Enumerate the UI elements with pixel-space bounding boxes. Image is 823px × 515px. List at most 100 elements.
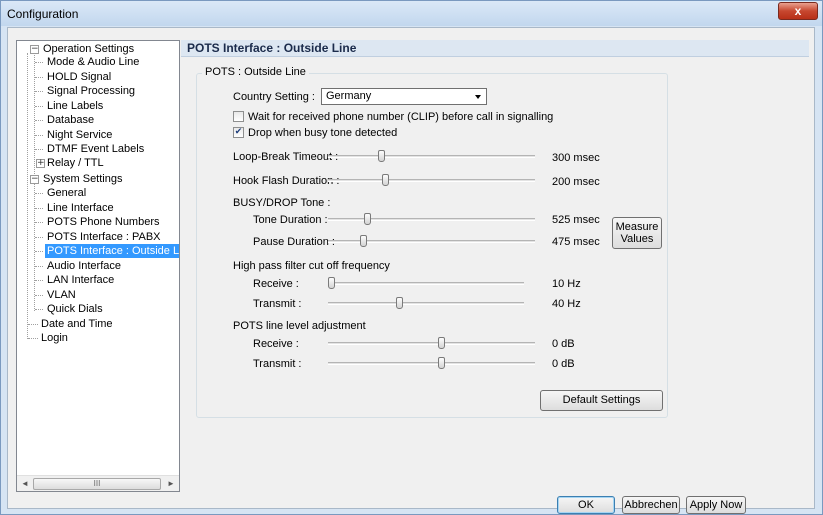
- tree-item-quick-dials[interactable]: Quick Dials: [45, 302, 105, 316]
- loop-break-value: 300 msec: [552, 152, 600, 164]
- tree-item-database[interactable]: Database: [45, 113, 96, 127]
- tree-connector: [35, 266, 43, 267]
- group-title: POTS : Outside Line: [202, 66, 309, 78]
- tree-connector: [35, 135, 43, 136]
- level-transmit-slider-thumb[interactable]: [438, 357, 445, 369]
- tree-connector: [35, 237, 43, 238]
- country-select-value: Germany: [326, 90, 372, 102]
- scroll-thumb[interactable]: III: [33, 478, 161, 490]
- scroll-left-icon[interactable]: ◄: [19, 478, 31, 490]
- tree-item-line-interface[interactable]: Line Interface: [45, 201, 116, 215]
- tree-item-date-and-time[interactable]: Date and Time: [39, 317, 115, 331]
- pause-duration-slider-thumb[interactable]: [360, 235, 367, 247]
- cancel-button[interactable]: Abbrechen: [622, 496, 680, 514]
- hp-receive-label: Receive :: [253, 278, 299, 290]
- tree-connector: [35, 106, 43, 107]
- tone-duration-value: 525 msec: [552, 214, 600, 226]
- scroll-right-icon[interactable]: ►: [165, 478, 177, 490]
- window-title: Configuration: [7, 7, 79, 21]
- tree-item-system-settings[interactable]: System Settings: [41, 172, 124, 186]
- hook-flash-slider[interactable]: [328, 179, 535, 182]
- high-pass-filter-label: High pass filter cut off frequency: [233, 260, 390, 272]
- tree-connector: [35, 91, 43, 92]
- country-select[interactable]: Germany: [321, 88, 487, 105]
- apply-now-button[interactable]: Apply Now: [686, 496, 746, 514]
- level-transmit-slider[interactable]: [328, 362, 535, 365]
- tree-item-login[interactable]: Login: [39, 331, 70, 345]
- busy-tone-checkbox[interactable]: ✔: [233, 127, 244, 138]
- clip-checkbox[interactable]: [233, 111, 244, 122]
- tree-item-mode-audio-line[interactable]: Mode & Audio Line: [45, 55, 141, 69]
- tree-item-audio-interface[interactable]: Audio Interface: [45, 259, 123, 273]
- tree-item-general[interactable]: General: [45, 186, 88, 200]
- tree-connector: [28, 324, 38, 325]
- tree-connector: [35, 309, 43, 310]
- tree-item-pots-phone-numbers[interactable]: POTS Phone Numbers: [45, 215, 162, 229]
- level-transmit-label: Transmit :: [253, 358, 302, 370]
- tree-connector: [35, 62, 43, 63]
- tree-item-dtmf-event-labels[interactable]: DTMF Event Labels: [45, 142, 146, 156]
- tree-item-operation-settings[interactable]: Operation Settings: [41, 42, 136, 56]
- tree-connector: [35, 251, 43, 252]
- tree-connector: [35, 295, 43, 296]
- busy-tone-checkbox-label: Drop when busy tone detected: [248, 127, 398, 139]
- hook-flash-slider-thumb[interactable]: [382, 174, 389, 186]
- loop-break-slider[interactable]: [328, 155, 535, 158]
- tree-connector: [35, 120, 43, 121]
- close-button[interactable]: x: [778, 2, 818, 20]
- tree-connector: [35, 280, 43, 281]
- settings-tree: − Operation Settings Mode & Audio Line H…: [16, 40, 180, 492]
- tone-duration-slider[interactable]: [328, 218, 535, 221]
- tree-connector: [35, 193, 43, 194]
- pause-duration-label: Pause Duration :: [253, 236, 335, 248]
- hp-receive-slider[interactable]: [328, 282, 524, 285]
- tree-item-relay-ttl[interactable]: Relay / TTL: [45, 156, 106, 170]
- expand-relay-ttl-icon[interactable]: +: [36, 159, 45, 168]
- tree-guide-line: [27, 53, 28, 339]
- level-receive-label: Receive :: [253, 338, 299, 350]
- hp-receive-slider-thumb[interactable]: [328, 277, 335, 289]
- tone-duration-slider-thumb[interactable]: [364, 213, 371, 225]
- level-receive-slider[interactable]: [328, 342, 535, 345]
- busy-drop-tone-label: BUSY/DROP Tone :: [233, 197, 331, 209]
- title-bar[interactable]: Configuration x: [1, 1, 822, 26]
- loop-break-label: Loop-Break Timeout :: [233, 151, 339, 163]
- hp-transmit-slider[interactable]: [328, 302, 524, 305]
- tree-item-lan-interface[interactable]: LAN Interface: [45, 273, 116, 287]
- tree-connector: [35, 222, 43, 223]
- tree-connector: [35, 149, 43, 150]
- collapse-operation-settings-icon[interactable]: −: [30, 45, 39, 54]
- hp-transmit-slider-thumb[interactable]: [396, 297, 404, 309]
- level-receive-value: 0 dB: [552, 338, 575, 350]
- default-settings-button[interactable]: Default Settings: [540, 390, 663, 411]
- tree-item-vlan[interactable]: VLAN: [45, 288, 78, 302]
- tree-item-signal-processing[interactable]: Signal Processing: [45, 84, 137, 98]
- tree-item-pots-interface-pabx[interactable]: POTS Interface : PABX: [45, 230, 163, 244]
- ok-button[interactable]: OK: [557, 496, 615, 514]
- measure-values-label-2: Values: [620, 233, 654, 245]
- tree-horizontal-scrollbar[interactable]: ◄ III ►: [17, 475, 179, 491]
- measure-values-label-1: Measure: [615, 221, 659, 233]
- page-header: POTS Interface : Outside Line: [181, 40, 809, 57]
- tree-item-hold-signal[interactable]: HOLD Signal: [45, 70, 113, 84]
- tree-guide-line: [34, 184, 35, 311]
- hp-transmit-value: 40 Hz: [552, 298, 581, 310]
- tree-guide-line: [34, 53, 35, 180]
- level-receive-slider-thumb[interactable]: [438, 337, 445, 349]
- tree-item-line-labels[interactable]: Line Labels: [45, 99, 105, 113]
- measure-values-button[interactable]: Measure Values: [612, 217, 662, 249]
- pause-duration-value: 475 msec: [552, 236, 600, 248]
- loop-break-slider-thumb[interactable]: [378, 150, 385, 162]
- tree-item-pots-interface-outside-line[interactable]: POTS Interface : Outside Lin: [45, 244, 179, 258]
- hook-flash-value: 200 msec: [552, 176, 600, 188]
- tree-connector: [35, 208, 43, 209]
- collapse-system-settings-icon[interactable]: −: [30, 175, 39, 184]
- line-level-label: POTS line level adjustment: [233, 320, 366, 332]
- tree-item-night-service[interactable]: Night Service: [45, 128, 114, 142]
- hp-transmit-label: Transmit :: [253, 298, 302, 310]
- clip-checkbox-label: Wait for received phone number (CLIP) be…: [248, 111, 554, 123]
- tree-connector: [28, 338, 38, 339]
- country-setting-label: Country Setting :: [233, 91, 315, 103]
- tree-connector: [35, 77, 43, 78]
- level-transmit-value: 0 dB: [552, 358, 575, 370]
